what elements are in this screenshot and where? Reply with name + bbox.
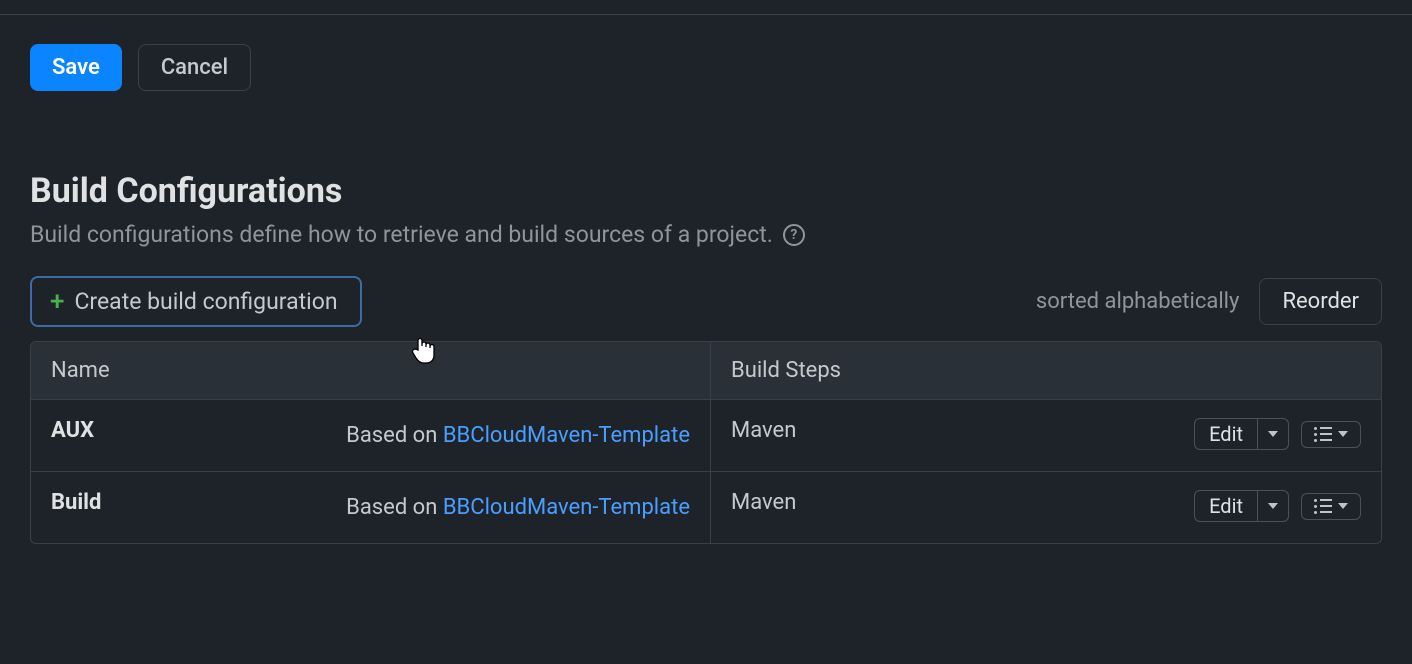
section-description: Build configurations define how to retri… <box>30 221 1382 248</box>
list-menu-button[interactable] <box>1301 421 1361 448</box>
steps-text: Maven <box>731 418 796 443</box>
based-on-text: Based on BBCloudMaven-Template <box>346 418 690 453</box>
sort-label: sorted alphabetically <box>1036 289 1240 314</box>
build-configurations-table: Name Build Steps AUX Based on BBCloudMav… <box>30 341 1382 544</box>
based-on-text: Based on BBCloudMaven-Template <box>346 490 690 525</box>
table-row: AUX Based on BBCloudMaven-Template Maven… <box>31 400 1381 472</box>
column-header-steps: Build Steps <box>711 342 1381 399</box>
cell-name: AUX Based on BBCloudMaven-Template <box>31 400 711 471</box>
reorder-button[interactable]: Reorder <box>1259 278 1382 325</box>
list-icon <box>1314 499 1332 514</box>
help-icon[interactable]: ? <box>783 224 805 246</box>
config-name-link[interactable]: AUX <box>51 418 94 443</box>
template-link[interactable]: BBCloudMaven-Template <box>443 423 690 448</box>
based-on-prefix: Based on <box>346 423 443 448</box>
config-toolbar: + Create build configuration sorted alph… <box>30 276 1382 327</box>
edit-dropdown-button[interactable] <box>1257 491 1288 521</box>
chevron-down-icon <box>1268 503 1278 509</box>
template-link[interactable]: BBCloudMaven-Template <box>443 495 690 520</box>
form-actions: Save Cancel <box>30 44 1382 91</box>
save-button[interactable]: Save <box>30 44 122 91</box>
create-build-configuration-button[interactable]: + Create build configuration <box>30 276 362 327</box>
steps-text: Maven <box>731 490 796 515</box>
top-divider <box>0 14 1412 15</box>
sort-controls: sorted alphabetically Reorder <box>1036 278 1382 325</box>
cancel-button[interactable]: Cancel <box>138 44 251 91</box>
chevron-down-icon <box>1338 503 1348 509</box>
edit-button[interactable]: Edit <box>1195 491 1257 521</box>
config-name-link[interactable]: Build <box>51 490 101 515</box>
section-description-text: Build configurations define how to retri… <box>30 221 773 248</box>
row-actions: Edit <box>1194 490 1361 522</box>
column-header-name: Name <box>31 342 711 399</box>
table-row: Build Based on BBCloudMaven-Template Mav… <box>31 472 1381 543</box>
create-build-configuration-label: Create build configuration <box>74 288 337 315</box>
edit-dropdown-button[interactable] <box>1257 419 1288 449</box>
row-actions: Edit <box>1194 418 1361 450</box>
cell-steps: Maven Edit <box>711 400 1381 471</box>
edit-button-group: Edit <box>1194 418 1289 450</box>
table-header: Name Build Steps <box>31 342 1381 400</box>
list-menu-button[interactable] <box>1301 493 1361 520</box>
chevron-down-icon <box>1268 431 1278 437</box>
based-on-prefix: Based on <box>346 495 443 520</box>
edit-button[interactable]: Edit <box>1195 419 1257 449</box>
chevron-down-icon <box>1338 431 1348 437</box>
plus-icon: + <box>50 289 64 315</box>
section-title: Build Configurations <box>30 171 1382 211</box>
cell-name: Build Based on BBCloudMaven-Template <box>31 472 711 543</box>
edit-button-group: Edit <box>1194 490 1289 522</box>
list-icon <box>1314 427 1332 442</box>
cell-steps: Maven Edit <box>711 472 1381 543</box>
